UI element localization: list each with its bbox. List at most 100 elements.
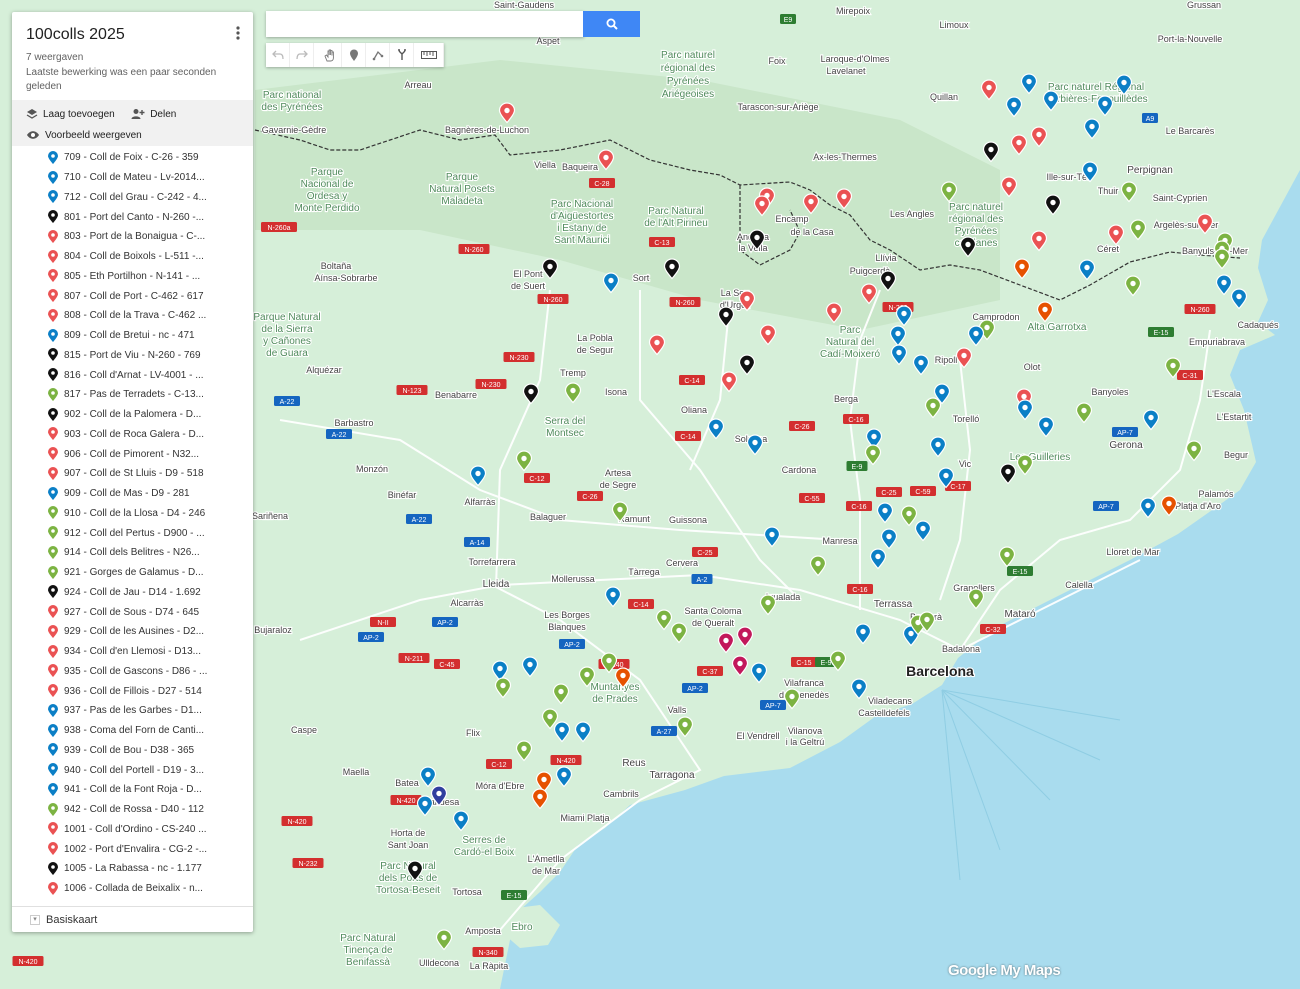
road-label: AP-2 (687, 686, 703, 693)
layer-item[interactable]: 817 - Pas de Terradets - C-13... (12, 385, 253, 405)
road-shield: N-230 (503, 352, 535, 362)
layer-item[interactable]: 910 - Coll de la Llosa - D4 - 246 (12, 504, 253, 524)
layer-item[interactable]: 709 - Coll de Foix - C-26 - 359 (12, 148, 253, 168)
road-label: C-26 (794, 424, 809, 431)
place-label: Natural del (826, 337, 874, 348)
layer-item[interactable]: 712 - Coll del Grau - C-242 - 4... (12, 188, 253, 208)
layer-item[interactable]: 801 - Port del Canto - N-260 -... (12, 207, 253, 227)
draw-line-icon (372, 50, 383, 61)
layer-item[interactable]: 815 - Port de Viu - N-260 - 769 (12, 346, 253, 366)
marker-icon (48, 802, 58, 816)
undo-button[interactable] (266, 43, 290, 67)
layer-item[interactable]: 941 - Coll de la Font Roja - D... (12, 780, 253, 800)
search-input[interactable] (266, 11, 584, 37)
layer-item-label: 907 - Coll de St Lluis - D9 - 518 (64, 468, 204, 480)
place-label: Parc national (263, 90, 321, 101)
layer-item[interactable]: 805 - Eth Portilhon - N-141 - ... (12, 267, 253, 287)
layer-item[interactable]: 1005 - La Rabassa - nc - 1.177 (12, 859, 253, 879)
add-layer-label: Laag toevoegen (43, 108, 115, 120)
layer-item[interactable]: 903 - Coll de Roca Galera - D... (12, 425, 253, 445)
layer-item[interactable]: 942 - Coll de Rossa - D40 - 112 (12, 800, 253, 820)
place-label: Vilanova (788, 726, 822, 736)
place-label: Torelló (953, 414, 980, 424)
brand-text: Google My Maps (948, 962, 1061, 979)
marker-icon (48, 684, 58, 698)
layer-item[interactable]: 914 - Coll dels Belitres - N26... (12, 543, 253, 563)
layer-item[interactable]: 927 - Coll de Sous - D74 - 645 (12, 602, 253, 622)
road-label: E-9 (852, 464, 863, 471)
layer-item[interactable]: 940 - Coll del Portell - D19 - 3... (12, 760, 253, 780)
draw-line-button[interactable] (366, 43, 390, 67)
share-button[interactable]: Delen (131, 106, 176, 122)
road-shield: C-14 (679, 375, 705, 385)
last-edit-text: Laatste bewerking was een paar seconden … (26, 67, 217, 92)
place-label: Isona (605, 387, 627, 397)
road-shield: C-28 (589, 178, 615, 188)
more-options-icon[interactable] (233, 26, 243, 40)
road-label: C-16 (851, 504, 866, 511)
place-label: El Pont (513, 269, 543, 279)
layer-item[interactable]: 939 - Coll de Bou - D38 - 365 (12, 741, 253, 761)
preview-button[interactable]: Voorbeeld weergeven (26, 127, 142, 143)
layer-item[interactable]: 909 - Coll de Mas - D9 - 281 (12, 484, 253, 504)
layer-item[interactable]: 907 - Coll de St Lluis - D9 - 518 (12, 464, 253, 484)
layer-item[interactable]: 937 - Pas de les Garbes - D1... (12, 701, 253, 721)
layer-item[interactable]: 938 - Coma del Forn de Canti... (12, 721, 253, 741)
map-title[interactable]: 100colls 2025 (26, 26, 239, 44)
layer-item[interactable]: 809 - Coll de Bretui - nc - 471 (12, 326, 253, 346)
layer-item[interactable]: 906 - Coll de Pimorent - N32... (12, 444, 253, 464)
place-label: Alta Garrotxa (1028, 322, 1087, 333)
place-label: Pyrénées (667, 76, 709, 87)
place-label: Barbastro (334, 418, 373, 428)
base-map-toggle[interactable]: ▾ Basiskaart (12, 906, 253, 932)
place-label: Tarascon-sur-Ariège (737, 102, 818, 112)
layer-item[interactable]: 1006 - Collada de Beixalix - n... (12, 879, 253, 899)
road-shield: A-22 (326, 429, 352, 439)
layer-item[interactable]: 1001 - Coll d'Ordino - CS-240 ... (12, 820, 253, 840)
redo-button[interactable] (290, 43, 314, 67)
layer-item-label: 1006 - Collada de Beixalix - n... (64, 883, 203, 895)
place-label: El Vendrell (736, 731, 779, 741)
layer-item[interactable]: 934 - Coll d'en Llemosi - D13... (12, 642, 253, 662)
layer-item[interactable]: 816 - Coll d'Arnat - LV-4001 - ... (12, 365, 253, 385)
road-shield: AP-7 (760, 700, 786, 710)
place-label: Lavelanet (826, 66, 866, 76)
layer-item[interactable]: 803 - Port de la Bonaigua - C-... (12, 227, 253, 247)
place-label: Alquézar (306, 365, 342, 375)
place-label: Llívia (875, 253, 896, 263)
marker-icon (48, 348, 58, 362)
layer-item[interactable]: 924 - Coll de Jau - D14 - 1.692 (12, 583, 253, 603)
layer-item[interactable]: 710 - Coll de Mateu - Lv-2014... (12, 168, 253, 188)
road-label: C-14 (684, 378, 699, 385)
layer-item[interactable]: 929 - Coll de les Ausines - D2... (12, 622, 253, 642)
layer-item[interactable]: 912 - Coll del Pertus - D900 - ... (12, 523, 253, 543)
directions-button[interactable] (390, 43, 414, 67)
layer-item[interactable]: 1002 - Port d'Envalira - CG-2 -... (12, 839, 253, 859)
place-label: Ordesa y (307, 191, 348, 202)
search-button[interactable] (583, 11, 640, 37)
layer-item[interactable]: 808 - Coll de la Trava - C-462 ... (12, 306, 253, 326)
pan-button[interactable] (318, 43, 342, 67)
place-label: Cardó-el Boix (454, 847, 515, 858)
measure-button[interactable] (414, 43, 444, 67)
road-label: C-37 (702, 669, 717, 676)
layer-item[interactable]: 936 - Coll de Fillois - D27 - 514 (12, 681, 253, 701)
place-label: Le Barcarès (1166, 126, 1215, 136)
layer-item[interactable]: 804 - Coll de Boixols - L-511 -... (12, 247, 253, 267)
layer-item[interactable]: 935 - Coll de Gascons - D86 - ... (12, 662, 253, 682)
place-label: Pyrénées (955, 226, 997, 237)
place-label: L'Ametlla (528, 854, 565, 864)
layer-item[interactable]: 921 - Gorges de Galamus - D... (12, 563, 253, 583)
add-marker-button[interactable] (342, 43, 366, 67)
place-label: Vic (959, 459, 972, 469)
add-layer-button[interactable]: Laag toevoegen (26, 106, 115, 122)
place-label: Tremp (560, 368, 586, 378)
place-label: Manresa (822, 536, 857, 546)
place-label: Camprodon (972, 312, 1019, 322)
place-label: Parc naturel (949, 202, 1003, 213)
layer-item[interactable]: 807 - Coll de Port - C-462 - 617 (12, 286, 253, 306)
road-label: C-15 (796, 660, 811, 667)
layer-item-label: 938 - Coma del Forn de Canti... (64, 725, 205, 737)
marker-icon (349, 49, 358, 61)
layer-item[interactable]: 902 - Coll de la Palomera - D... (12, 405, 253, 425)
